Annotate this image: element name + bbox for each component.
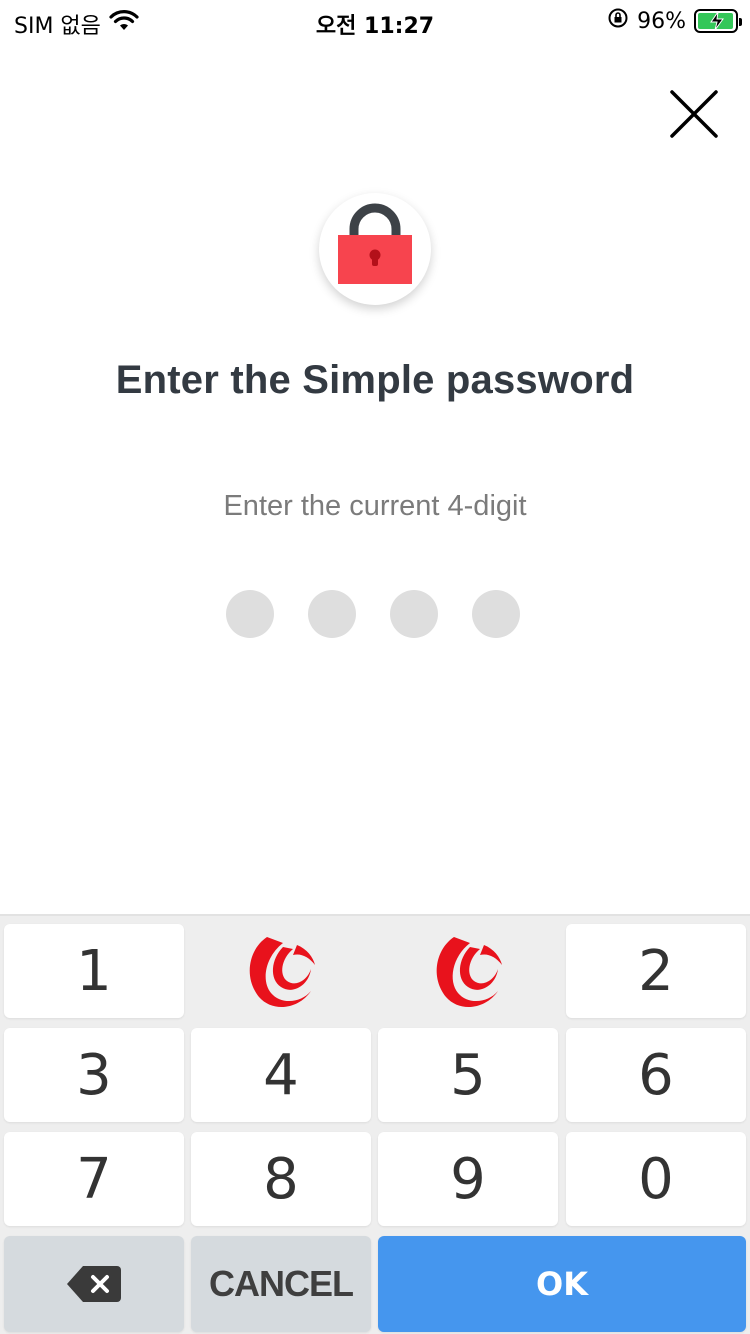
cancel-button[interactable]: CANCEL — [191, 1236, 371, 1332]
lock-icon — [338, 203, 412, 284]
key-3[interactable]: 3 — [4, 1028, 184, 1122]
key-5[interactable]: 5 — [378, 1028, 558, 1122]
status-bar: SIM 없음 오전 11:27 96% — [0, 0, 750, 40]
pin-dot-4 — [472, 590, 520, 638]
brand-logo-icon — [191, 924, 371, 1018]
pin-indicator — [226, 590, 526, 638]
pin-dot-1 — [226, 590, 274, 638]
pin-dot-2 — [308, 590, 356, 638]
brand-logo-icon — [378, 924, 558, 1018]
key-9[interactable]: 9 — [378, 1132, 558, 1226]
close-icon — [670, 90, 718, 138]
ok-button[interactable]: OK — [378, 1236, 746, 1332]
key-7[interactable]: 7 — [4, 1132, 184, 1226]
key-4[interactable]: 4 — [191, 1028, 371, 1122]
key-8[interactable]: 8 — [191, 1132, 371, 1226]
status-right: 96% — [607, 7, 742, 35]
close-button[interactable] — [664, 84, 724, 144]
pin-dot-3 — [390, 590, 438, 638]
key-1[interactable]: 1 — [4, 924, 184, 1018]
screen: SIM 없음 오전 11:27 96% Enter the Simple pas… — [0, 0, 750, 1334]
battery-percent: 96% — [637, 8, 686, 34]
pin-instruction: Enter the current 4-digit — [223, 490, 527, 522]
key-6[interactable]: 6 — [566, 1028, 746, 1122]
lock-badge — [319, 193, 431, 305]
orientation-lock-icon — [607, 7, 629, 35]
backspace-button[interactable] — [4, 1236, 184, 1332]
key-2[interactable]: 2 — [566, 924, 746, 1018]
secure-keypad: 1 2 3 4 5 6 7 8 9 0 CANCEL OK — [0, 914, 750, 1334]
key-0[interactable]: 0 — [566, 1132, 746, 1226]
battery-icon — [694, 9, 742, 33]
page-title: Enter the Simple password — [115, 358, 635, 402]
backspace-icon — [67, 1266, 121, 1302]
